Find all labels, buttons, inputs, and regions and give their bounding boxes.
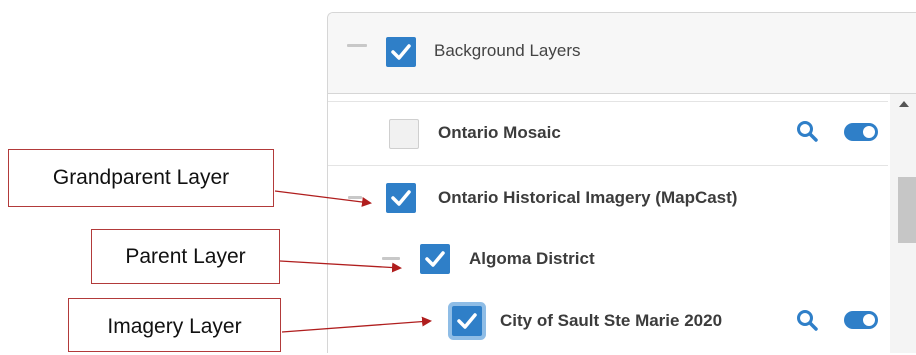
imagery-arrow bbox=[281, 316, 432, 333]
callout-arrows bbox=[274, 190, 432, 333]
parent-arrow bbox=[279, 260, 402, 273]
grandparent-arrow bbox=[274, 190, 372, 207]
